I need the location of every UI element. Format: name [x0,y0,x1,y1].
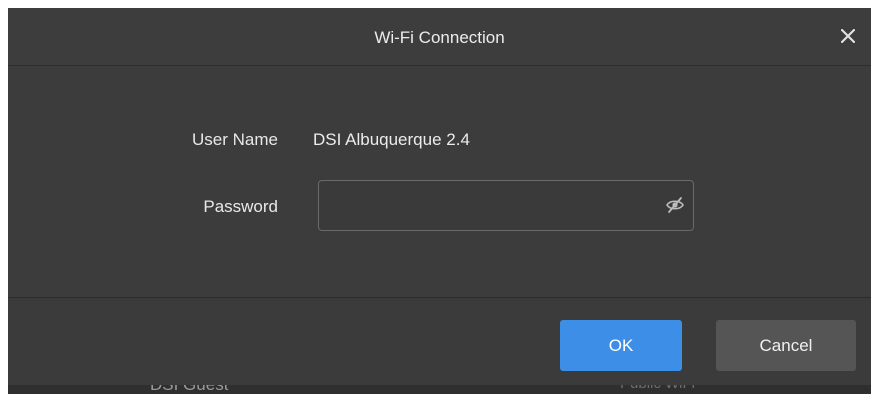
dialog-body: User Name DSI Albuquerque 2.4 Password [8,66,871,297]
password-label: Password [203,197,278,216]
app-frame: DSI Guest Public WiFi Wi-Fi Connection U… [8,8,871,394]
username-label: User Name [192,130,278,149]
password-field[interactable] [318,180,694,232]
dialog-titlebar: Wi-Fi Connection [8,8,871,66]
dialog-title: Wi-Fi Connection [374,28,505,47]
ok-button[interactable]: OK [560,320,682,371]
username-value: DSI Albuquerque 2.4 [313,130,470,149]
close-icon [841,29,855,43]
cancel-button[interactable]: Cancel [716,320,856,371]
dialog-footer: OK Cancel [8,297,871,385]
password-input[interactable] [327,181,661,232]
eye-slash-icon[interactable] [665,196,685,214]
wifi-connection-dialog: Wi-Fi Connection User Name DSI Albuquerq… [8,8,871,385]
background-list-row: DSI Guest Public WiFi [8,375,871,394]
close-button[interactable] [835,23,861,49]
